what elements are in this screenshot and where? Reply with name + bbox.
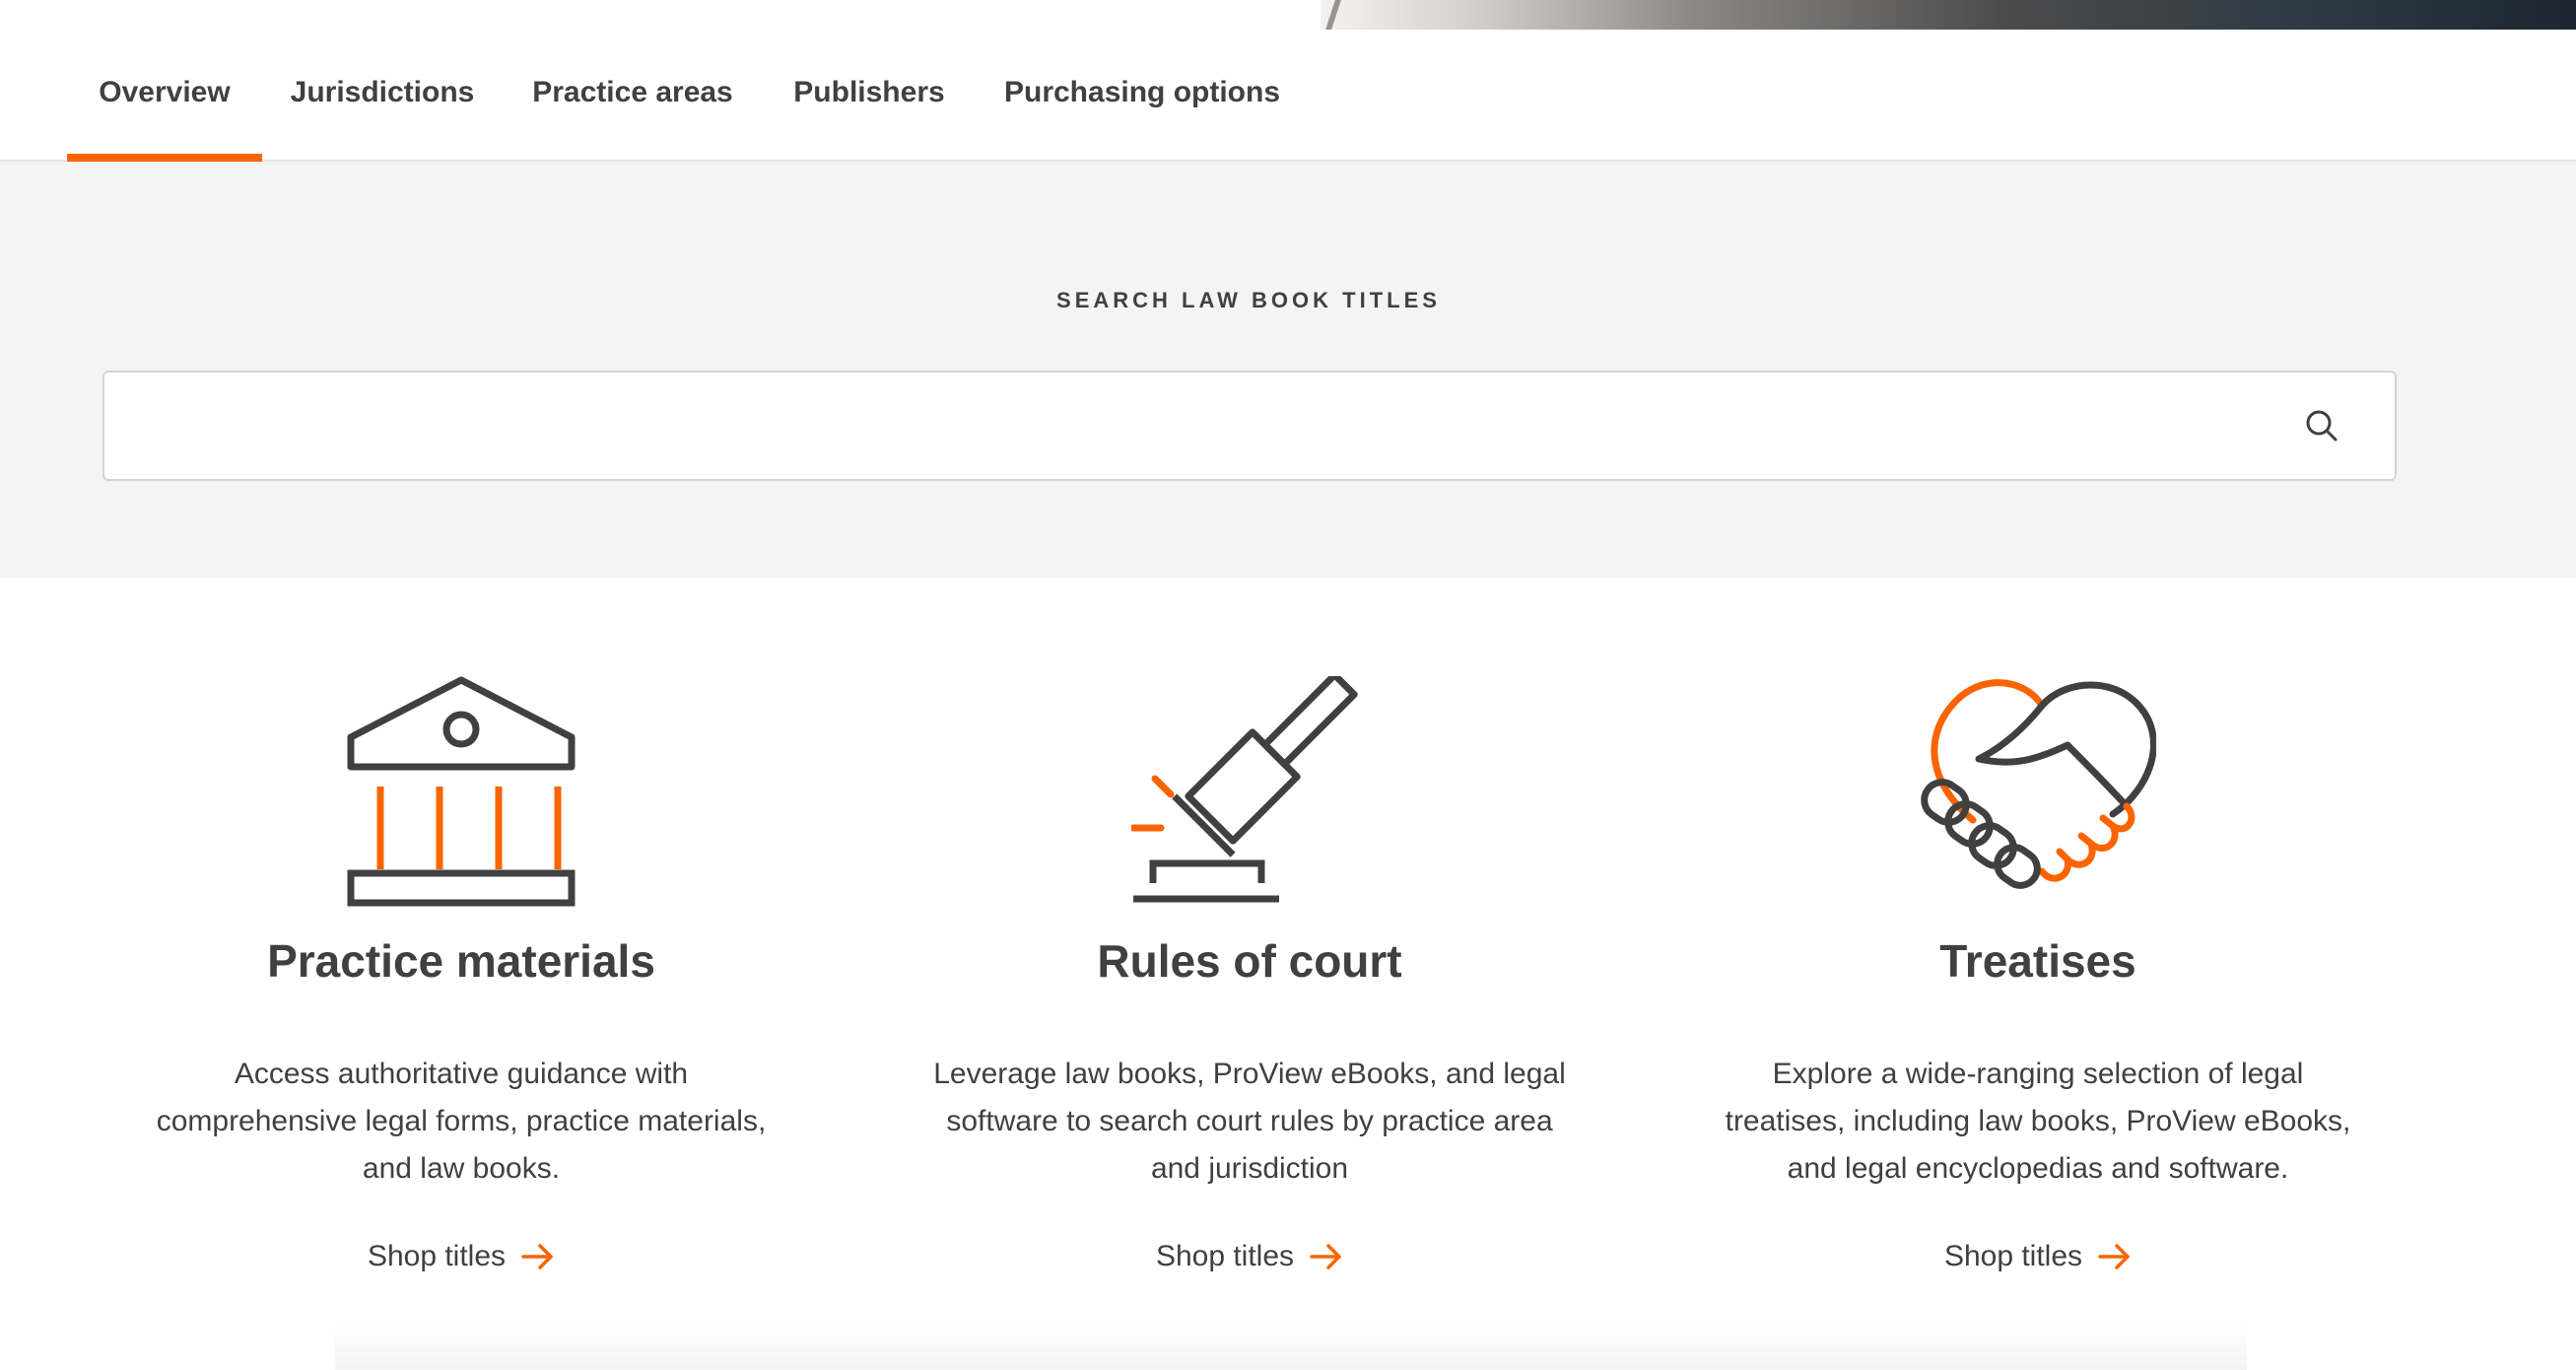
- arrow-right-icon: [521, 1243, 555, 1270]
- card-description: Explore a wide-ranging selection of lega…: [1725, 1058, 2351, 1185]
- tab-overview[interactable]: Overview: [67, 30, 262, 164]
- card-title: Treatises: [1939, 935, 2136, 987]
- hero-image-strip: [0, 0, 2576, 30]
- search-button[interactable]: [2294, 398, 2349, 453]
- shop-titles-label: Shop titles: [1155, 1240, 1295, 1272]
- next-section-edge: [335, 1321, 2247, 1370]
- tab-purchasing-options[interactable]: Purchasing options: [995, 30, 1289, 162]
- tab-publishers[interactable]: Publishers: [779, 30, 960, 162]
- search-box: [102, 371, 2397, 481]
- tab-jurisdictions[interactable]: Jurisdictions: [276, 30, 489, 162]
- shop-titles-label: Shop titles: [1943, 1240, 2083, 1272]
- tab-practice-areas[interactable]: Practice areas: [518, 30, 747, 162]
- shop-titles-link[interactable]: Shop titles: [1663, 1240, 2412, 1273]
- shop-titles-link[interactable]: Shop titles: [875, 1240, 1624, 1273]
- search-section: SEARCH LAW BOOK TITLES: [0, 162, 2576, 578]
- search-heading: SEARCH LAW BOOK TITLES: [1056, 288, 1441, 312]
- search-input[interactable]: [128, 373, 2300, 481]
- section-tabs: Overview Jurisdictions Practice areas Pu…: [0, 30, 2576, 164]
- card-title: Practice materials: [267, 935, 655, 987]
- arrow-right-icon: [1310, 1243, 1343, 1270]
- shop-titles-link[interactable]: Shop titles: [87, 1240, 836, 1273]
- card-description: Leverage law books, ProView eBooks, and …: [933, 1058, 1566, 1185]
- courthouse-icon: [347, 676, 576, 907]
- handshake-icon: [1921, 679, 2156, 889]
- shop-titles-label: Shop titles: [367, 1240, 507, 1272]
- arrow-right-icon: [2098, 1243, 2132, 1270]
- search-icon: [2306, 410, 2338, 442]
- card-description: Access authoritative guidance with compr…: [156, 1058, 767, 1185]
- gavel-icon: [1131, 676, 1358, 903]
- hero-photo: [1321, 0, 2576, 30]
- card-title: Rules of court: [1097, 935, 1402, 987]
